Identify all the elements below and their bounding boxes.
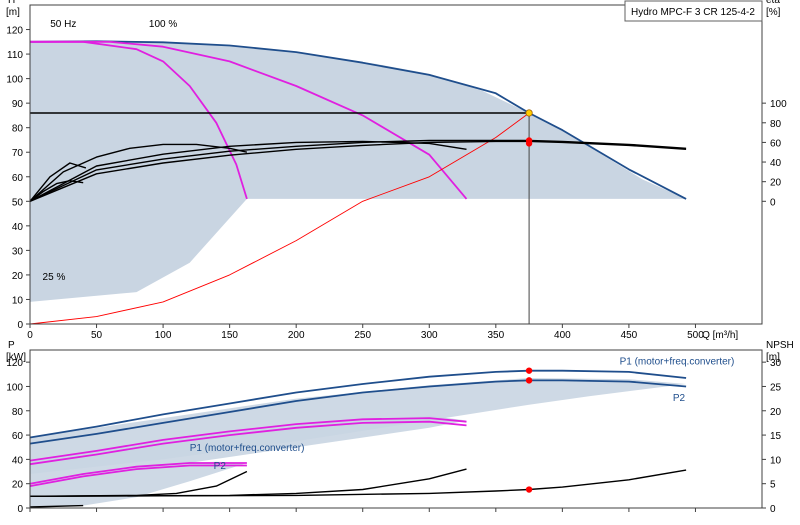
y-right-axis-unit: [%] [766, 7, 781, 18]
y-right-tick-label: 20 [770, 178, 782, 189]
y-right-tick-label: 0 [770, 197, 776, 208]
curve-label-3: P1 (motor+freq.converter) [190, 443, 305, 454]
y-right-tick-label: 20 [770, 407, 782, 418]
y-left-tick-label: 90 [12, 99, 24, 110]
x-tick-label: 50 [91, 330, 103, 341]
y-left-axis-unit: [kW] [6, 352, 26, 363]
duty-point-1 [525, 367, 533, 374]
curve-label-1: P1 (motor+freq.converter) [620, 357, 735, 368]
y-right-tick-label: 100 [770, 99, 787, 110]
x-tick-label: 250 [354, 330, 371, 341]
y-left-tick-label: 0 [17, 320, 23, 331]
annotation-2: 100 % [149, 19, 177, 30]
annotation-3: 25 % [43, 272, 66, 283]
curve-label-4: P2 [214, 461, 227, 472]
y-left-axis-title: H [8, 0, 15, 6]
y-left-tick-label: 80 [12, 407, 24, 418]
duty-point-1 [525, 109, 533, 117]
y-left-tick-label: 40 [12, 455, 24, 466]
y-left-tick-label: 100 [6, 382, 23, 393]
y-right-tick-label: 5 [770, 480, 776, 491]
y-left-tick-label: 20 [12, 271, 24, 282]
x-tick-label: 300 [421, 330, 438, 341]
y-right-tick-label: 80 [770, 119, 782, 130]
power-npsh-panel: 020406080100120051015202530P[kW]NPSH[m]P… [6, 340, 794, 515]
duty-point-3 [525, 140, 533, 147]
curve-label-2: P2 [673, 393, 686, 404]
x-tick-label: 200 [288, 330, 305, 341]
x-tick-label: 400 [554, 330, 571, 341]
y-left-tick-label: 60 [12, 431, 24, 442]
y-right-tick-label: 15 [770, 431, 782, 442]
y-left-tick-label: 30 [12, 246, 24, 257]
y-left-tick-label: 110 [7, 50, 23, 61]
y-left-tick-label: 0 [17, 504, 23, 515]
y-right-tick-label: 25 [770, 382, 782, 393]
model-label-box: Hydro MPC-F 3 CR 125-4-2 [624, 0, 763, 22]
chart-canvas: 0 50 100 150 200 250 300 350 400 450 500Q [m³/h]01… [6, 0, 794, 515]
y-right-tick-label: 10 [770, 455, 782, 466]
model-label: Hydro MPC-F 3 CR 125-4-2 [631, 7, 755, 18]
y-right-tick-label: 40 [770, 158, 782, 169]
annotation-1: 50 Hz [50, 19, 76, 30]
y-left-tick-label: 40 [12, 222, 24, 233]
x-tick-label: 150 [221, 330, 238, 341]
y-left-tick-label: 120 [6, 26, 23, 37]
x-tick-label: 350 [487, 330, 504, 341]
y-left-tick-label: 100 [6, 75, 23, 86]
y-left-tick-label: 70 [12, 148, 24, 159]
y-right-axis-title: NPSH [766, 340, 794, 351]
y-right-tick-label: 60 [770, 138, 782, 149]
y-right-tick-label: 0 [770, 504, 776, 515]
y-left-axis-unit: [m] [6, 7, 20, 18]
y-left-tick-label: 10 [12, 295, 24, 306]
duty-point-3 [525, 486, 533, 493]
head-efficiency-panel: 0 50 100 150 200 250 300 350 400 450 500Q [m³/h]01… [6, 0, 787, 341]
y-left-tick-label: 50 [12, 197, 24, 208]
x-axis-title: Q [m³/h] [702, 330, 738, 341]
y-right-axis-title: eta [766, 0, 780, 6]
y-left-axis-title: P [8, 340, 15, 351]
duty-point-2 [525, 377, 533, 384]
y-right-axis-unit: [m] [766, 352, 780, 363]
x-tick-label: 100 [155, 330, 172, 341]
y-left-tick-label: 20 [12, 480, 24, 491]
y-left-tick-label: 80 [12, 124, 24, 135]
x-tick-label: 450 [621, 330, 638, 341]
x-tick-label: 0 [27, 330, 33, 341]
y-left-tick-label: 60 [12, 173, 24, 184]
pump-performance-chart: 0 50 100 150 200 250 300 350 400 450 500 Q [m³/h] 0 1… [0, 0, 800, 520]
